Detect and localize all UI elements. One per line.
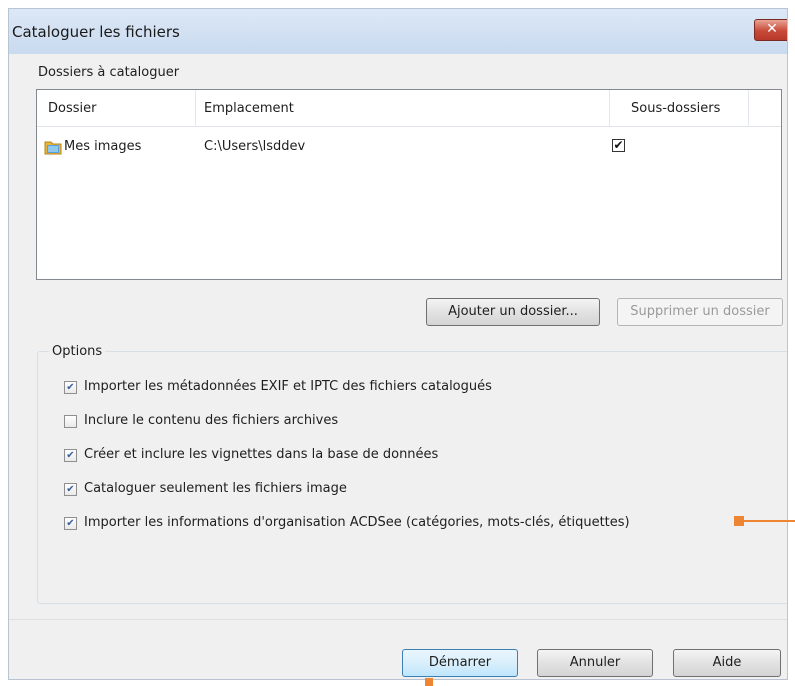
- option-label: Créer et inclure les vignettes dans la b…: [84, 447, 439, 462]
- option-label: Inclure le contenu des fichiers archives: [84, 413, 339, 428]
- close-button[interactable]: ✕: [754, 19, 787, 41]
- window-title: Cataloguer les fichiers: [12, 23, 180, 41]
- folders-list-header: Dossier Emplacement Sous-dossiers: [37, 90, 781, 127]
- column-header-sous-dossiers[interactable]: Sous-dossiers: [631, 101, 720, 116]
- folders-list[interactable]: Dossier Emplacement Sous-dossiers Mes im…: [36, 89, 782, 280]
- row-folder-location: C:\Users\lsddev: [204, 139, 306, 154]
- close-icon: ✕: [766, 21, 778, 37]
- callout-marker: [734, 516, 744, 526]
- column-separator[interactable]: [748, 90, 749, 126]
- callout-marker: [425, 678, 433, 686]
- start-button[interactable]: Démarrer: [402, 649, 518, 677]
- folders-section-label: Dossiers à cataloguer: [38, 65, 180, 80]
- divider: [9, 619, 787, 620]
- checkbox-import-exif-iptc[interactable]: ✔: [64, 381, 77, 394]
- checkbox-create-thumbnails[interactable]: ✔: [64, 449, 77, 462]
- checkbox-images-only[interactable]: ✔: [64, 483, 77, 496]
- checkbox-include-archives[interactable]: [64, 415, 77, 428]
- column-separator[interactable]: [609, 90, 610, 126]
- folder-icon: [44, 141, 62, 155]
- option-label: Importer les informations d'organisation…: [84, 515, 630, 530]
- row-folder-name: Mes images: [64, 139, 142, 154]
- options-group-label: Options: [49, 344, 106, 359]
- column-separator[interactable]: [195, 90, 196, 126]
- catalog-files-dialog: Cataloguer les fichiers ✕ Dossiers à cat…: [8, 8, 788, 680]
- column-header-dossier[interactable]: Dossier: [48, 101, 96, 116]
- remove-folder-button[interactable]: Supprimer un dossier: [617, 298, 783, 326]
- subfolders-checkbox[interactable]: ✔: [612, 139, 625, 152]
- title-bar[interactable]: Cataloguer les fichiers ✕: [9, 9, 787, 54]
- help-button[interactable]: Aide: [673, 649, 781, 677]
- add-folder-button[interactable]: Ajouter un dossier...: [426, 298, 600, 326]
- checkbox-import-acdsee-info[interactable]: ✔: [64, 517, 77, 530]
- option-label: Importer les métadonnées EXIF et IPTC de…: [84, 379, 492, 394]
- callout-line: [744, 520, 795, 522]
- column-header-emplacement[interactable]: Emplacement: [204, 101, 294, 116]
- option-label: Cataloguer seulement les fichiers image: [84, 481, 347, 496]
- cancel-button[interactable]: Annuler: [537, 649, 653, 677]
